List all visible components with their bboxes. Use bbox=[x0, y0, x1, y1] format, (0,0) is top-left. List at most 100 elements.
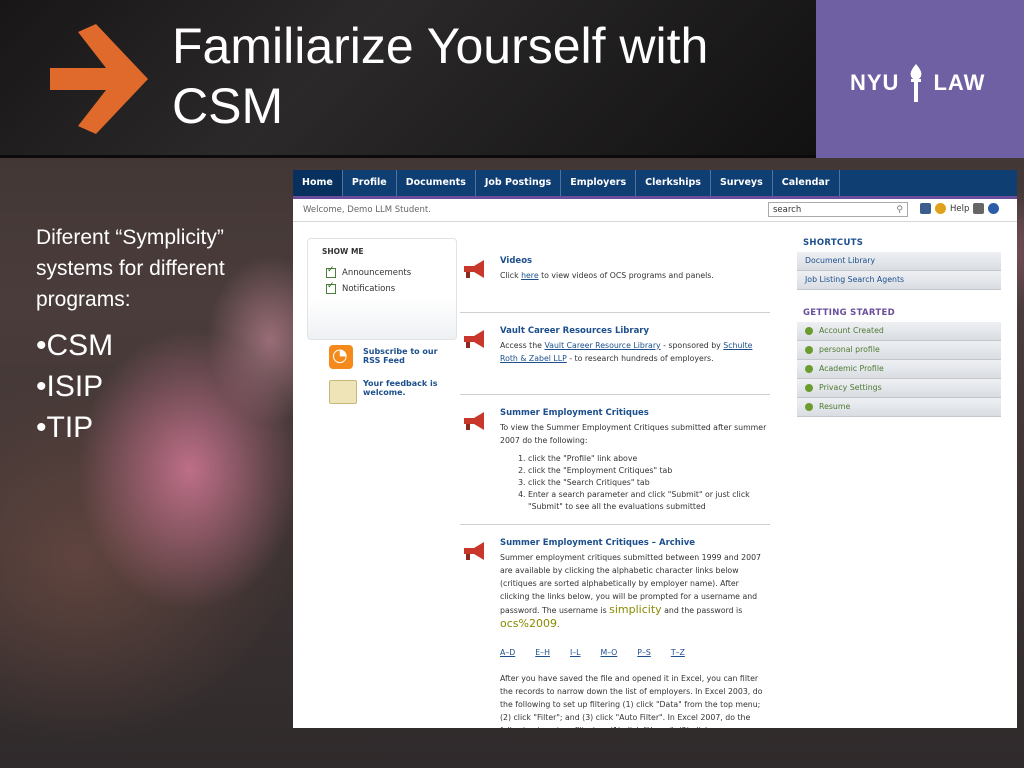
shortcut-label: Job Listing Search Agents bbox=[805, 275, 905, 284]
body-text: Access the bbox=[500, 341, 545, 350]
alpha-link-i-l[interactable]: I–L bbox=[570, 648, 581, 657]
section-title: Summer Employment Critiques bbox=[500, 408, 649, 418]
gs-academic-profile[interactable]: Academic Profile bbox=[797, 360, 1001, 379]
gs-label: Account Created bbox=[819, 326, 884, 335]
checkmark-icon bbox=[805, 403, 813, 411]
megaphone-icon bbox=[464, 330, 484, 348]
nyu-law-logo-panel: NYU LAW bbox=[816, 0, 1024, 158]
divider bbox=[460, 312, 770, 313]
section-title: Videos bbox=[500, 256, 533, 266]
calendar-icon[interactable] bbox=[920, 203, 931, 214]
alpha-link-p-s[interactable]: P–S bbox=[637, 648, 651, 657]
bullet-text-block: Diferent “Symplicity” systems for differ… bbox=[36, 222, 286, 448]
bullet-item: •CSM bbox=[36, 329, 114, 362]
body-text: Click bbox=[500, 271, 522, 280]
tab-home[interactable]: Home bbox=[293, 170, 343, 196]
print-icon[interactable] bbox=[973, 203, 985, 214]
body-text: - to research hundreds of employers. bbox=[566, 354, 714, 363]
section-body: Access the Vault Career Resource Library… bbox=[500, 339, 770, 365]
vault-library-link[interactable]: Vault Career Resource Library bbox=[544, 341, 660, 350]
gs-privacy-settings[interactable]: Privacy Settings bbox=[797, 379, 1001, 398]
bullet-item: •TIP bbox=[36, 411, 94, 444]
logo-text-nyu: NYU bbox=[850, 70, 900, 95]
welcome-bar: Welcome, Demo LLM Student. search ⚲ Help bbox=[293, 199, 1017, 222]
shortcut-document-library[interactable]: Document Library bbox=[797, 252, 1001, 271]
help-icon[interactable] bbox=[935, 203, 946, 214]
tab-clerkships[interactable]: Clerkships bbox=[636, 170, 711, 196]
megaphone-icon bbox=[464, 412, 484, 430]
checkbox-row-notifications[interactable]: Notifications bbox=[326, 281, 456, 294]
alpha-links: A–D E–H I–L M–O P–S T–Z bbox=[500, 648, 770, 657]
megaphone-icon bbox=[464, 542, 484, 560]
gs-resume[interactable]: Resume bbox=[797, 398, 1001, 417]
gs-personal-profile[interactable]: personal profile bbox=[797, 341, 1001, 360]
tab-profile[interactable]: Profile bbox=[343, 170, 397, 196]
utility-icons: Help bbox=[920, 203, 1000, 214]
body-text: to view videos of OCS programs and panel… bbox=[538, 271, 714, 280]
megaphone-icon bbox=[464, 260, 484, 278]
section-title: Vault Career Resources Library bbox=[500, 326, 650, 336]
notifications-checkbox[interactable] bbox=[326, 281, 336, 294]
bullet-list: •CSM •ISIP •TIP bbox=[36, 325, 286, 448]
feedback-link[interactable]: Your feedback is welcome. bbox=[363, 379, 443, 397]
username-text: simplicity bbox=[609, 603, 662, 616]
step-item: click the "Search Critiques" tab bbox=[528, 477, 770, 489]
gs-label: Privacy Settings bbox=[819, 383, 882, 392]
checkbox-label: Announcements bbox=[342, 268, 412, 278]
nyu-law-logo: NYU LAW bbox=[850, 62, 985, 104]
checkbox-label: Notifications bbox=[342, 284, 396, 294]
password-text: ocs%2009 bbox=[500, 617, 557, 630]
welcome-text: Welcome, Demo LLM Student. bbox=[303, 205, 431, 215]
torch-icon bbox=[911, 64, 922, 102]
section-title: Summer Employment Critiques – Archive bbox=[500, 538, 696, 548]
shortcut-job-search-agents[interactable]: Job Listing Search Agents bbox=[797, 271, 1001, 290]
announcements-checkbox[interactable] bbox=[326, 265, 336, 278]
excel-instructions: After you have saved the file and opened… bbox=[500, 674, 763, 728]
csm-screenshot: Home Profile Documents Job Postings Empl… bbox=[293, 170, 1017, 728]
step-item: Enter a search parameter and click "Subm… bbox=[528, 489, 770, 513]
intro-text: Diferent “Symplicity” systems for differ… bbox=[36, 226, 225, 311]
alpha-link-e-h[interactable]: E–H bbox=[535, 648, 550, 657]
show-me-title: SHOW ME bbox=[322, 247, 364, 256]
section-body: Click here to view videos of OCS program… bbox=[500, 269, 770, 282]
shortcut-label: Document Library bbox=[805, 256, 876, 265]
checkmark-icon bbox=[805, 365, 813, 373]
tab-calendar[interactable]: Calendar bbox=[773, 170, 840, 196]
tab-surveys[interactable]: Surveys bbox=[711, 170, 773, 196]
tab-documents[interactable]: Documents bbox=[397, 170, 476, 196]
gs-label: personal profile bbox=[819, 345, 880, 354]
critiques-intro: To view the Summer Employment Critiques … bbox=[500, 423, 767, 445]
envelope-icon[interactable] bbox=[329, 380, 357, 404]
info-icon[interactable] bbox=[988, 203, 1000, 214]
help-link[interactable]: Help bbox=[950, 204, 969, 214]
gs-account-created[interactable]: Account Created bbox=[797, 322, 1001, 341]
gs-label: Academic Profile bbox=[819, 364, 884, 373]
rss-icon[interactable] bbox=[329, 345, 353, 369]
rss-link[interactable]: Subscribe to our RSS Feed bbox=[363, 347, 443, 365]
critiques-steps: click the "Profile" link above click the… bbox=[500, 453, 770, 513]
divider bbox=[460, 394, 770, 395]
checkmark-icon bbox=[805, 384, 813, 392]
checkbox-row-announcements[interactable]: Announcements bbox=[326, 265, 456, 278]
logo-text-law: LAW bbox=[933, 70, 986, 95]
step-item: click the "Profile" link above bbox=[528, 453, 770, 465]
search-input[interactable]: search ⚲ bbox=[768, 202, 908, 217]
section-body: Summer employment critiques submitted be… bbox=[500, 551, 770, 631]
alpha-link-a-d[interactable]: A–D bbox=[500, 648, 515, 657]
slide-title: Familiarize Yourself with CSM bbox=[172, 18, 709, 134]
gs-label: Resume bbox=[819, 402, 851, 411]
tab-employers[interactable]: Employers bbox=[561, 170, 637, 196]
body-text: - sponsored by bbox=[660, 341, 724, 350]
alpha-link-m-o[interactable]: M–O bbox=[601, 648, 618, 657]
checkmark-icon bbox=[805, 346, 813, 354]
body-text: . bbox=[556, 620, 560, 629]
body-text: and the password is bbox=[661, 606, 743, 615]
bullet-item: •ISIP bbox=[36, 370, 104, 403]
search-icon[interactable]: ⚲ bbox=[896, 203, 903, 218]
alpha-link-t-z[interactable]: T–Z bbox=[671, 648, 685, 657]
right-sidebar: SHORTCUTS Document Library Job Listing S… bbox=[797, 238, 1001, 417]
videos-here-link[interactable]: here bbox=[521, 271, 539, 280]
arrow-right-icon bbox=[50, 24, 148, 134]
tab-job-postings[interactable]: Job Postings bbox=[476, 170, 562, 196]
shortcuts-title: SHORTCUTS bbox=[803, 238, 864, 248]
